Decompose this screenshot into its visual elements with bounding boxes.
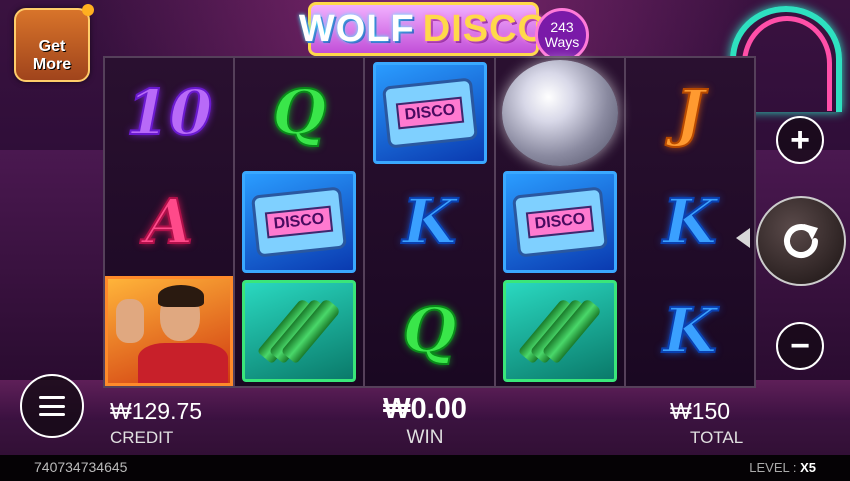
spin-button[interactable] bbox=[756, 196, 846, 286]
spin-options-arrow-icon[interactable] bbox=[736, 228, 750, 248]
symbol-q: Q bbox=[401, 293, 457, 368]
ways-badge: 243 Ways bbox=[535, 8, 589, 62]
symbol-pager: DISCO bbox=[242, 170, 357, 273]
reel-cell: 10 bbox=[105, 58, 233, 167]
pager-icon: DISCO bbox=[381, 76, 478, 149]
pager-screen-text: DISCO bbox=[394, 96, 465, 129]
left-stage-decor bbox=[0, 150, 110, 380]
notification-dot bbox=[82, 4, 94, 16]
win-label: WIN bbox=[406, 427, 444, 448]
hamburger-icon bbox=[39, 396, 65, 416]
symbol-k: K bbox=[402, 184, 458, 259]
credit-value: ₩129.75 bbox=[110, 398, 203, 424]
reel-cell: A bbox=[105, 167, 233, 276]
ways-word: Ways bbox=[544, 34, 580, 50]
reel-cell bbox=[496, 58, 624, 167]
credit-label: CREDIT bbox=[110, 428, 174, 447]
reel-cell bbox=[496, 276, 624, 385]
level-label: LEVEL : bbox=[749, 460, 797, 475]
symbol-pager: DISCO bbox=[502, 170, 617, 273]
bet-decrease-button[interactable]: − bbox=[776, 322, 824, 370]
round-id: 740734734645 bbox=[34, 459, 128, 475]
total-bet-label: TOTAL bbox=[690, 428, 744, 447]
symbol-j: J bbox=[674, 75, 705, 150]
pager-icon: DISCO bbox=[511, 185, 608, 258]
symbol-pager: DISCO bbox=[372, 61, 487, 164]
refresh-icon bbox=[784, 224, 818, 258]
symbol-k: K bbox=[662, 293, 718, 368]
footer-bar bbox=[0, 455, 850, 481]
reel-cell: Q bbox=[365, 276, 493, 385]
reel-cell: DISCO bbox=[235, 167, 363, 276]
logo-word-1: WOLF bbox=[298, 7, 415, 50]
reel-cell: K bbox=[365, 167, 493, 276]
ways-number: 243 bbox=[550, 19, 574, 35]
reel-cell: Q bbox=[235, 58, 363, 167]
game-logo: WOLF DISCO bbox=[299, 2, 547, 56]
bet-increase-button[interactable]: + bbox=[776, 116, 824, 164]
total-bet-value: ₩150 bbox=[669, 398, 731, 424]
reel-cell bbox=[105, 275, 234, 386]
reel-1: 10 A bbox=[105, 58, 236, 386]
symbol-10: 10 bbox=[125, 75, 213, 150]
pager-screen-text: DISCO bbox=[264, 205, 334, 238]
reel-3: DISCO K Q bbox=[365, 58, 496, 386]
symbol-q: Q bbox=[271, 75, 327, 150]
symbol-k: K bbox=[662, 184, 718, 259]
reel-cell: J bbox=[626, 58, 754, 167]
reel-grid: 10 A Q DISCO DISCO K Q DISCO J K K bbox=[103, 56, 756, 388]
get-more-label: Get More bbox=[32, 38, 72, 73]
symbol-bottles bbox=[242, 279, 357, 382]
win-value: ₩0.00 bbox=[383, 393, 467, 425]
level-value: X5 bbox=[800, 460, 816, 475]
menu-button[interactable] bbox=[20, 374, 84, 438]
reel-cell: K bbox=[626, 276, 754, 385]
pager-screen-text: DISCO bbox=[525, 205, 595, 238]
reel-cell: K bbox=[626, 167, 754, 276]
reel-2: Q DISCO bbox=[235, 58, 366, 386]
reel-5: JKK bbox=[625, 58, 755, 386]
reel-cell: DISCO bbox=[496, 167, 624, 276]
level-indicator: LEVEL : X5 bbox=[749, 460, 816, 475]
symbol-a: A bbox=[144, 184, 194, 259]
symbol-hero-character bbox=[105, 275, 234, 386]
symbol-disco-ball bbox=[501, 59, 618, 166]
pager-icon: DISCO bbox=[251, 185, 348, 258]
get-more-button[interactable]: Get More bbox=[14, 4, 94, 82]
reel-cell: DISCO bbox=[365, 58, 493, 167]
reel-4: DISCO bbox=[495, 58, 626, 386]
reel-cell bbox=[235, 276, 363, 385]
logo-word-2: DISCO bbox=[422, 7, 549, 50]
symbol-bottles bbox=[502, 279, 617, 382]
